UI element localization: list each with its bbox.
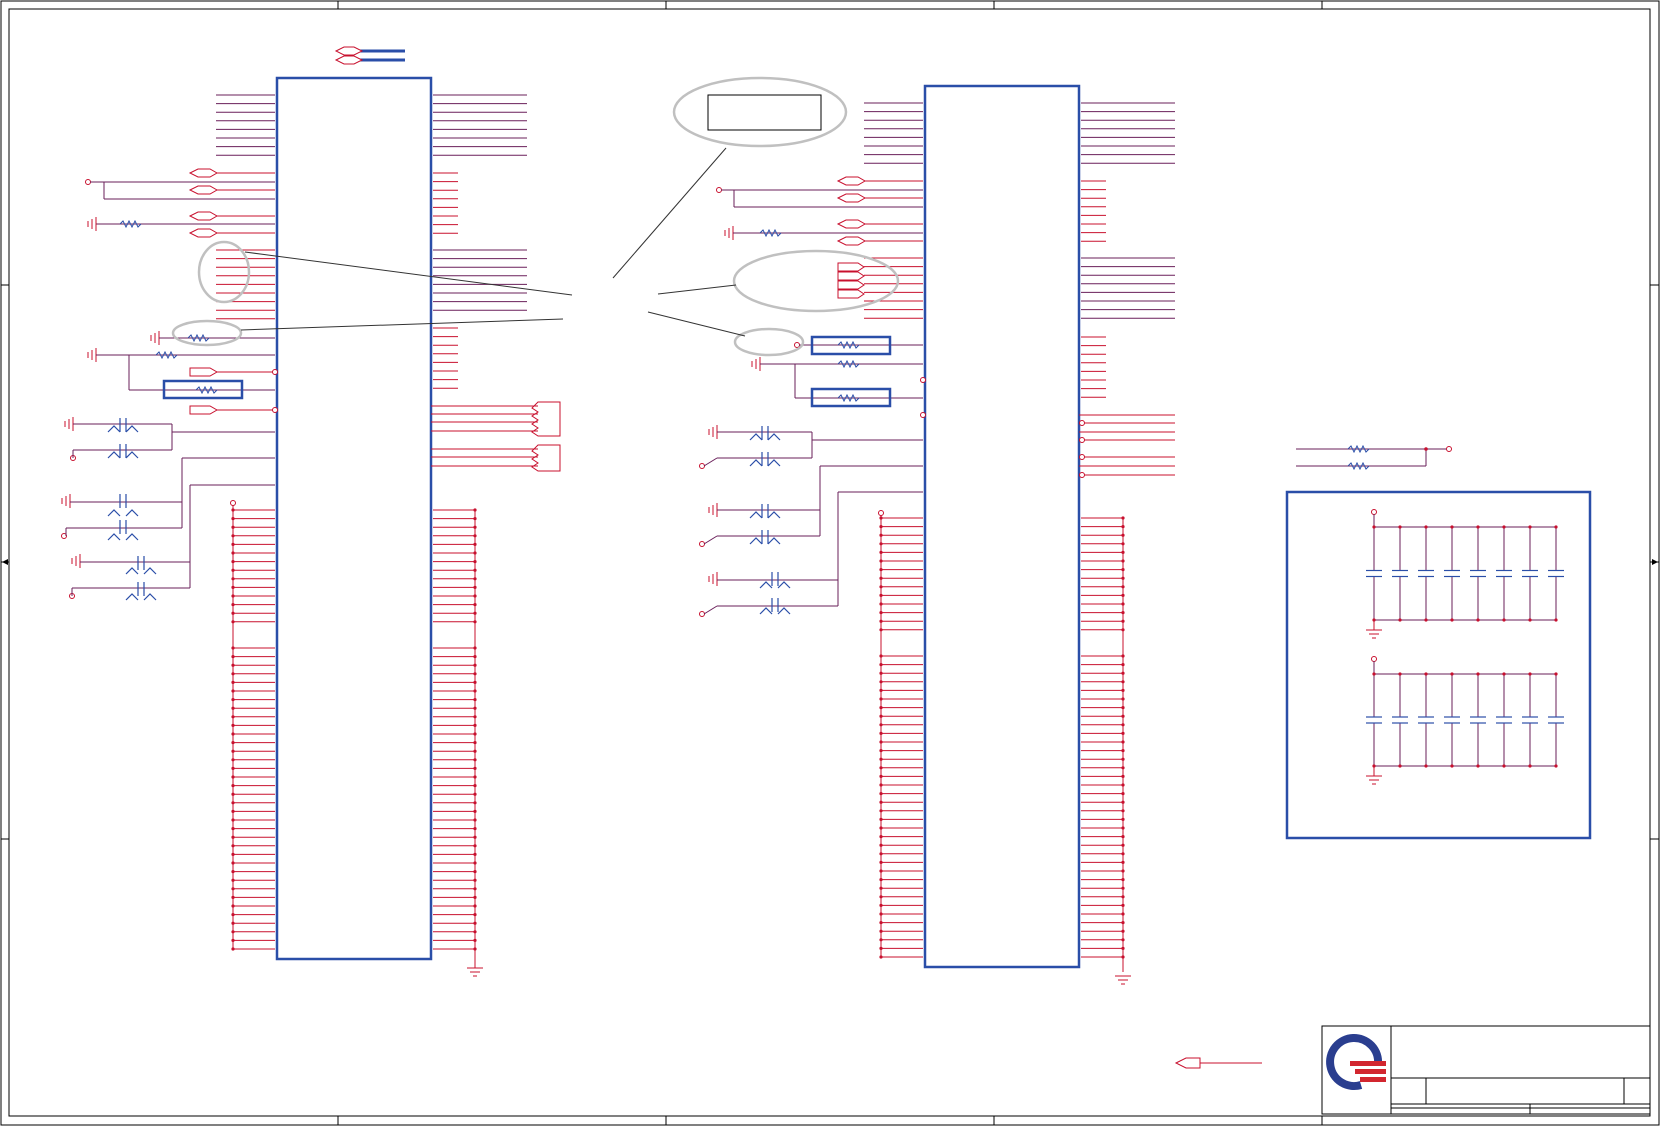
- power-pin: [1371, 509, 1377, 515]
- junction-dot: [1476, 525, 1480, 529]
- sheet-border: [0, 0, 1660, 1126]
- u1-gnd-rail: [230, 500, 483, 977]
- ic-u2-body: [923, 84, 1081, 969]
- u1-output-flags: [431, 401, 561, 472]
- junction-dot: [1450, 764, 1454, 768]
- junction-dot: [1502, 618, 1506, 622]
- junction-dot: [1528, 672, 1532, 676]
- junction-dot: [1450, 672, 1454, 676]
- junction-dot: [1476, 618, 1480, 622]
- junction-dot: [1398, 618, 1402, 622]
- junction-dot: [1528, 764, 1532, 768]
- schematic-sheet: [0, 0, 1660, 1126]
- junction-dot: [1372, 672, 1376, 676]
- u1-right-pins: [433, 94, 527, 951]
- u2-gnd-rail: [878, 510, 1131, 985]
- junction-dot: [1398, 525, 1402, 529]
- junction-dot: [1398, 672, 1402, 676]
- junction-dot: [1424, 672, 1428, 676]
- ic-u1-body: [275, 76, 433, 961]
- junction-dot: [1554, 618, 1558, 622]
- u2-input-circuit: [699, 176, 926, 617]
- schematic-canvas: [0, 0, 1660, 1126]
- review-callouts: [171, 76, 900, 357]
- u2-output-nets: [1079, 414, 1175, 478]
- junction-dot: [1476, 672, 1480, 676]
- junction-dot: [1554, 764, 1558, 768]
- decoupling-capacitor-bank: [1285, 490, 1592, 840]
- title-block: [1321, 1025, 1651, 1115]
- company-logo-icon: [1326, 1034, 1386, 1090]
- junction-dot: [1502, 525, 1506, 529]
- junction-dot: [1476, 764, 1480, 768]
- junction-dot: [1502, 672, 1506, 676]
- junction-dot: [1450, 618, 1454, 622]
- junction-dot: [1502, 764, 1506, 768]
- u2-right-pins: [1081, 102, 1175, 959]
- junction-dot: [1450, 525, 1454, 529]
- junction-dot: [1554, 525, 1558, 529]
- pullup-resistor-pair: [1296, 444, 1452, 471]
- junction-dot: [1554, 672, 1558, 676]
- u1-left-pins: [216, 94, 275, 951]
- power-pin: [1371, 656, 1377, 662]
- offpage-signal-flag: [1174, 1057, 1262, 1069]
- bus-offpage-connector: [334, 46, 405, 65]
- junction-dot: [1528, 618, 1532, 622]
- junction-dot: [1424, 525, 1428, 529]
- junction-dot: [1424, 764, 1428, 768]
- junction-dot: [1398, 764, 1402, 768]
- junction-dot: [1528, 525, 1532, 529]
- u2-left-pins: [864, 102, 923, 959]
- junction-dot: [1424, 618, 1428, 622]
- junction-dot: [1372, 525, 1376, 529]
